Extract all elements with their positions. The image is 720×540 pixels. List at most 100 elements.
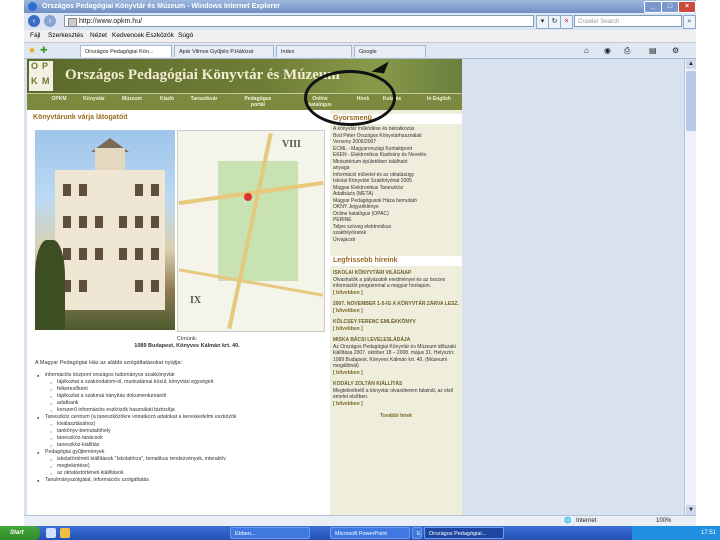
address-caption: Címünk: 1089 Budapest, Könyves Kálmán kr… [134, 336, 240, 349]
site-nav: OPKM Könyvtár Múzeum Kiadó Tanszékvár Pe… [27, 93, 462, 111]
news-title: Legfrissebb híreink [330, 256, 462, 266]
page-viewport: O P K M Országos Pedagógiai Könyvtár és … [24, 59, 696, 515]
print-icon[interactable]: ⎙ [624, 46, 630, 56]
task-item[interactable]: Ebben... [412, 527, 422, 539]
services-list: információs központ országos tudományos … [37, 372, 327, 484]
address-bar: ‹ › http://www.opkm.hu/ ▾ ↻ × Crawler Se… [24, 13, 696, 30]
scroll-thumb[interactable] [686, 71, 696, 131]
taskbar: Start Ebben... Microsoft PowerPoint Ebbe… [0, 526, 720, 540]
list-item: tájékoztat a szakirodalom-ól, munkatársa… [37, 379, 327, 386]
list-item: Tanulmányszolgálat, információs szolgált… [37, 477, 327, 484]
title-bar: Országos Pedagógiai Könyvtár és Múzeum -… [24, 0, 696, 13]
list-item: Pedagógiai gyűjtemények [37, 449, 327, 456]
page-background [462, 59, 696, 515]
scroll-down-icon[interactable]: ▼ [686, 505, 696, 515]
tab-opkm[interactable]: Országos Pedagógiai Kön... [80, 45, 172, 57]
menu-file[interactable]: Fájl [30, 30, 40, 42]
nav-in-english[interactable]: In English [423, 96, 455, 102]
opkm-logo[interactable]: O P K M [29, 61, 53, 91]
list-item: adatbank [37, 400, 327, 407]
forward-icon[interactable]: › [44, 15, 56, 27]
menu-view[interactable]: Nézet [90, 30, 107, 42]
scroll-up-icon[interactable]: ▲ [686, 59, 696, 69]
site-banner: O P K M Országos Pedagógiai Könyvtár és … [27, 59, 462, 93]
system-tray: 17:51 [632, 526, 720, 540]
news-headline[interactable]: 2007. NOVEMBER 1-5-IG A KÖNYVTÁR ZÁRVA L… [333, 301, 459, 308]
list-item: tájékoztat a szakmai irányítás dokumentu… [37, 393, 327, 400]
window-title: Országos Pedagógiai Könyvtár és Múzeum -… [42, 3, 280, 10]
stop-icon[interactable]: × [560, 15, 573, 29]
quicklaunch-ie-icon[interactable] [46, 528, 56, 538]
list-item: megtekintése) [37, 463, 327, 470]
minimize-button[interactable]: _ [644, 1, 662, 13]
start-button[interactable]: Start [0, 526, 40, 540]
home-icon[interactable]: ⌂ [584, 46, 589, 55]
clock[interactable]: 17:51 [701, 530, 716, 536]
location-map[interactable]: VIII IX [177, 130, 325, 332]
ie-logo-icon [28, 2, 37, 11]
tools-menu-icon[interactable]: ⚙ [672, 46, 679, 55]
feeds-icon[interactable]: ◉ [604, 46, 611, 55]
list-item: az oktatástörténeti kiállítások [37, 470, 327, 477]
more-news-link[interactable]: További hírek [333, 413, 459, 420]
nav-konyvtar[interactable]: Könyvtár [79, 96, 109, 102]
list-item: taneszköz-kiállítás [37, 442, 327, 449]
list-item: felkeresőként [37, 386, 327, 393]
list-item: Taneszköz centrum (a taneszközökre vonat… [37, 414, 327, 421]
nav-kiado[interactable]: Kiadó [155, 96, 179, 102]
map-pin-icon [244, 193, 252, 201]
page-icon [68, 18, 77, 27]
tab-index[interactable]: Index [276, 45, 352, 57]
list-item: információs központ országos tudományos … [37, 372, 327, 379]
main-section-title: Könyvtárunk várja látogatóit [33, 114, 128, 121]
task-item-active[interactable]: Országos Pedagógiai... [424, 527, 504, 539]
menu-help[interactable]: Súgó [178, 30, 193, 42]
nav-opkm[interactable]: OPKM [49, 96, 69, 102]
website: O P K M Országos Pedagógiai Könyvtár és … [27, 59, 462, 515]
sidebar: Gyorsmenü A könyvtár működése és beiratk… [330, 110, 462, 515]
page-menu-icon[interactable]: ▤ [649, 46, 657, 55]
library-building-photo [35, 130, 175, 330]
main-column: Könyvtárunk várja látogatóit VIII IX Cím… [27, 110, 330, 515]
favorites-star-icon[interactable]: ★ [28, 46, 37, 55]
list-item: taneszköz-tanácsok [37, 435, 327, 442]
nav-muzeum[interactable]: Múzeum [117, 96, 147, 102]
menu-edit[interactable]: Szerkesztés [48, 30, 83, 42]
search-input[interactable]: Crawler Search [574, 15, 682, 27]
sidebar-link[interactable]: Úrvajacstr [333, 237, 459, 244]
nav-taneszkozvar[interactable]: Tanszékvár [185, 96, 223, 102]
browser-window: Országos Pedagógiai Könyvtár és Múzeum -… [24, 0, 696, 540]
intro-text: A Magyar Pedagógiai Ház az alábbi szolgá… [35, 360, 183, 366]
add-favorite-icon[interactable]: ✚ [40, 46, 49, 55]
url-text: http://www.opkm.hu/ [79, 18, 143, 25]
list-item: kiválasztásához) [37, 421, 327, 428]
vertical-scrollbar[interactable]: ▲ ▼ [684, 59, 696, 515]
menu-tools[interactable]: Eszközök [146, 30, 174, 42]
task-item[interactable]: Microsoft PowerPoint [330, 527, 410, 539]
list-item: tankönyv-bemutatóhely [37, 428, 327, 435]
annotation-circle [304, 70, 396, 126]
close-button[interactable]: × [678, 1, 696, 13]
news-body: Olvashatók a pályázatok eredményei és az… [333, 276, 446, 290]
tab-google[interactable]: Google [354, 45, 426, 57]
slide-background: Országos Pedagógiai Könyvtár és Múzeum -… [0, 0, 720, 540]
site-title: Országos Pedagógiai Könyvtár és Múzeum [65, 67, 340, 83]
task-item[interactable]: Ebben... [230, 527, 310, 539]
quicklaunch-folder-icon[interactable] [60, 528, 70, 538]
map-label-district-9: IX [190, 295, 202, 306]
map-label-district-8: VIII [282, 139, 301, 150]
nav-pedagogus-portal[interactable]: Pedagógus portál [241, 96, 275, 108]
news-body: Megtekinthető a könyvtár olvasóterem fal… [333, 387, 454, 401]
back-icon[interactable]: ‹ [28, 15, 40, 27]
menu-bar: Fájl Szerkesztés Nézet Kedvencek Eszközö… [24, 30, 696, 43]
url-input[interactable]: http://www.opkm.hu/ [64, 15, 534, 27]
list-item: korszerű információs eszközök használati… [37, 407, 327, 414]
tab-apar[interactable]: Apár Vilmos Gyűjtés P.Hálózat [174, 45, 274, 57]
news-body: Az Országos Pedagógiai Könyvtár és Múzeu… [333, 343, 456, 370]
search-icon[interactable]: ⌕ [683, 15, 696, 29]
quick-menu-links: A könyvtár működése és beiratkozás Bod P… [333, 126, 459, 243]
menu-favorites[interactable]: Kedvencek [112, 30, 144, 42]
tab-bar: ★ ✚ Országos Pedagógiai Kön... Apár Vilm… [24, 43, 696, 59]
news-list: ISKOLAI KÖNYVTÁRI VILÁGNAP Olvashatók a … [333, 270, 459, 420]
maximize-button[interactable]: □ [661, 1, 679, 13]
